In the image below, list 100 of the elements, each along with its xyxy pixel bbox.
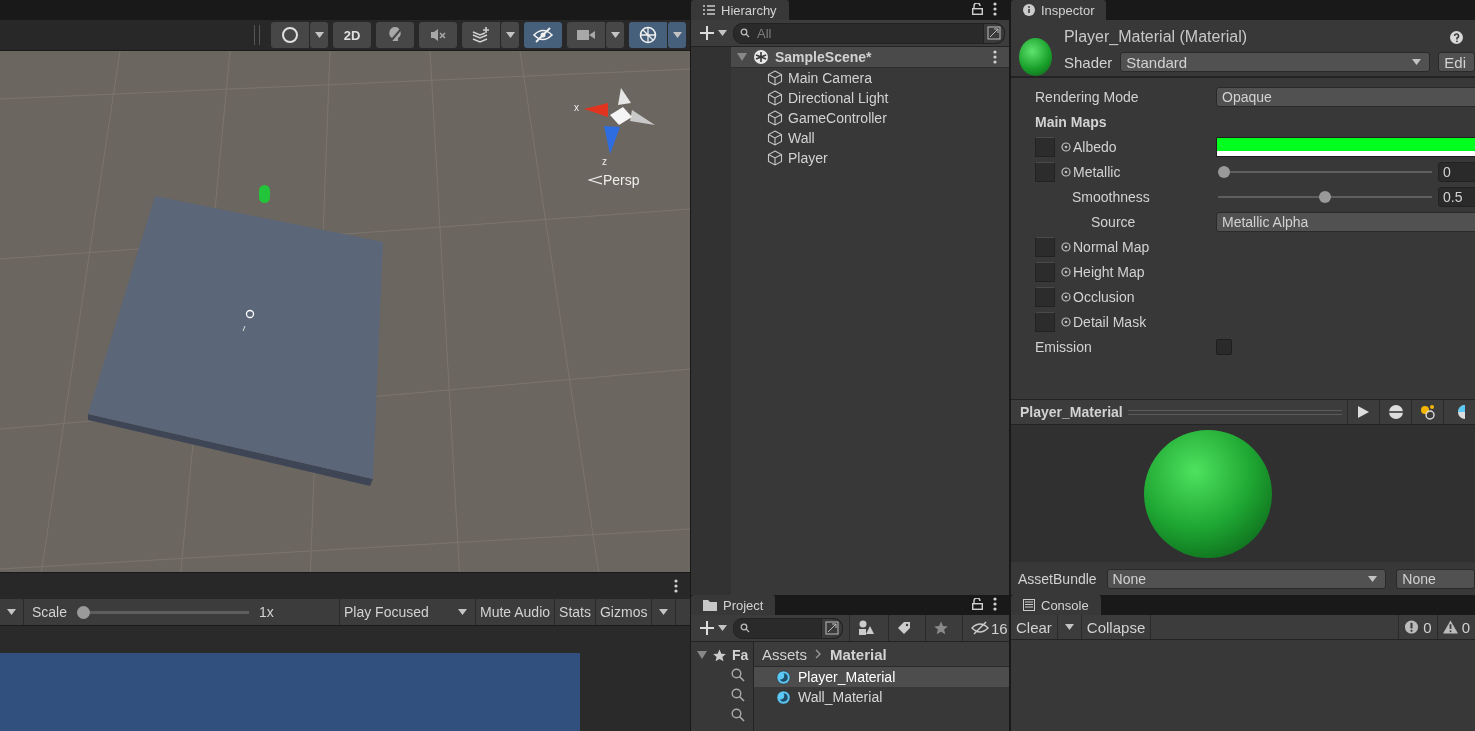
caret-icon [1064, 624, 1074, 630]
expand-arrow-icon[interactable] [737, 53, 747, 61]
help-icon[interactable] [1450, 30, 1463, 44]
light-bulb-icon [387, 26, 403, 44]
visibility-button[interactable] [524, 22, 562, 48]
preview-title: Player_Material [1020, 404, 1123, 420]
dropdown-button[interactable] [501, 22, 519, 48]
scene-search-icon[interactable] [983, 23, 1004, 43]
object-picker-icon[interactable] [1061, 291, 1071, 302]
dropdown-button[interactable] [606, 22, 624, 48]
lock-icon[interactable] [972, 3, 983, 15]
scene-view-background[interactable]: x z Persp [0, 51, 690, 572]
folder-icon [703, 599, 717, 611]
object-picker-icon[interactable] [1061, 141, 1071, 152]
asset-bundle-dropdown[interactable]: None [1106, 568, 1387, 589]
toolbar-grip[interactable] [254, 25, 260, 45]
breadcrumb-link[interactable]: Material [830, 645, 887, 663]
hierarchy-item[interactable]: Directional Light [731, 88, 1009, 108]
lighting-button[interactable] [376, 22, 414, 48]
axis-label: z [602, 156, 607, 167]
warning-icon [1442, 620, 1458, 634]
slider-thumb[interactable] [1319, 190, 1331, 203]
variant-dropdown[interactable]: None [1396, 568, 1475, 589]
dropdown-button[interactable] [668, 22, 686, 48]
material-sphere-icon [776, 669, 791, 685]
hierarchy-item[interactable]: GameController [731, 108, 1009, 128]
play-mode-dropdown[interactable]: Play Focused [340, 599, 476, 625]
hidden-eye-icon [971, 621, 989, 635]
console-tab[interactable]: Console [1011, 595, 1101, 615]
object-picker-icon[interactable] [1061, 166, 1071, 177]
saved-search-icon[interactable] [731, 688, 745, 702]
slider-thumb[interactable] [1218, 165, 1230, 178]
toggle-button[interactable]: Mute Audio [476, 599, 556, 625]
info-icon [1023, 4, 1035, 16]
saved-search-icon[interactable] [731, 708, 745, 722]
shading-button[interactable] [271, 22, 309, 48]
toggle-button[interactable]: Stats [555, 599, 596, 625]
audio-muted-icon [429, 27, 447, 43]
caret-icon [610, 32, 620, 38]
collapse-button[interactable]: Collapse [1081, 615, 1152, 639]
more-options-icon[interactable] [993, 2, 997, 16]
unity-scene-icon [753, 49, 769, 65]
search-field[interactable] [733, 617, 843, 639]
gizmos-button[interactable] [629, 22, 667, 48]
caret-icon [1412, 59, 1422, 65]
light-gizmo-icon[interactable] [242, 309, 255, 332]
asset-item[interactable]: Player_Material [754, 667, 1009, 687]
favorites-item[interactable]: Fa [691, 645, 753, 665]
more-options-icon[interactable] [674, 579, 678, 593]
hierarchy-item[interactable]: Main Camera [731, 68, 1009, 88]
search-mode-icon[interactable] [821, 618, 842, 638]
more-options-icon[interactable] [993, 50, 997, 64]
caret-icon [718, 625, 727, 631]
hidden-eye-icon [533, 27, 553, 43]
hierarchy-item[interactable]: Wall [731, 128, 1009, 148]
audio-button[interactable] [419, 22, 457, 48]
camera-button[interactable] [567, 22, 605, 48]
object-picker-icon[interactable] [1061, 316, 1071, 327]
property-label: Rendering Mode [1035, 88, 1139, 105]
saved-search-icon[interactable] [731, 668, 745, 682]
property-label: Albedo [1073, 138, 1117, 155]
lock-icon[interactable] [972, 598, 983, 610]
checkbox[interactable] [1216, 338, 1232, 355]
project-tab[interactable]: Project [691, 595, 776, 615]
search-field[interactable]: All [733, 22, 1005, 44]
create-button[interactable] [699, 620, 727, 636]
caret-icon [718, 30, 727, 36]
scene-row[interactable]: SampleScene* [731, 47, 1009, 68]
dropdown[interactable]: Opaque [1216, 86, 1475, 107]
orientation-gizmo-drawing[interactable]: x z [574, 88, 655, 167]
number-field[interactable]: 0.5 [1438, 186, 1475, 207]
dropdown-button[interactable] [310, 22, 328, 48]
breadcrumb-link[interactable]: Assets [762, 645, 807, 663]
clear-button[interactable]: Clear [1011, 615, 1058, 639]
asset-item[interactable]: Wall_Material [754, 687, 1009, 707]
projection-label[interactable]: Persp [603, 172, 640, 188]
property-label: Smoothness [1072, 188, 1150, 205]
hierarchy-item[interactable]: Player [731, 148, 1009, 168]
shader-dropdown[interactable]: Standard [1120, 52, 1431, 72]
property-label: Normal Map [1073, 238, 1150, 255]
inspector-tab[interactable]: Inspector [1011, 0, 1107, 20]
number-field[interactable]: 0 [1438, 161, 1475, 182]
2d-mode-button[interactable]: 2D [333, 22, 371, 48]
more-options-icon[interactable] [993, 597, 997, 611]
object-picker-icon[interactable] [1061, 241, 1071, 252]
slider-thumb[interactable] [77, 605, 91, 619]
error-count-button[interactable]: 0 [1398, 615, 1437, 639]
warning-count-button[interactable]: 0 [1436, 615, 1475, 639]
dropdown[interactable]: Metallic Alpha [1216, 211, 1475, 232]
cube-icon [767, 70, 783, 86]
hierarchy-tab[interactable]: Hierarchy [691, 0, 789, 20]
caret-icon [458, 609, 467, 615]
edit-button[interactable]: Edi [1438, 52, 1475, 72]
color-field[interactable] [1216, 136, 1475, 157]
toggle-button[interactable]: Gizmos [595, 599, 653, 625]
expand-arrow-icon[interactable] [697, 651, 707, 659]
object-picker-icon[interactable] [1061, 266, 1071, 277]
axis-label: x [574, 102, 579, 113]
add-button[interactable] [699, 25, 727, 41]
effects-button[interactable] [462, 22, 500, 48]
